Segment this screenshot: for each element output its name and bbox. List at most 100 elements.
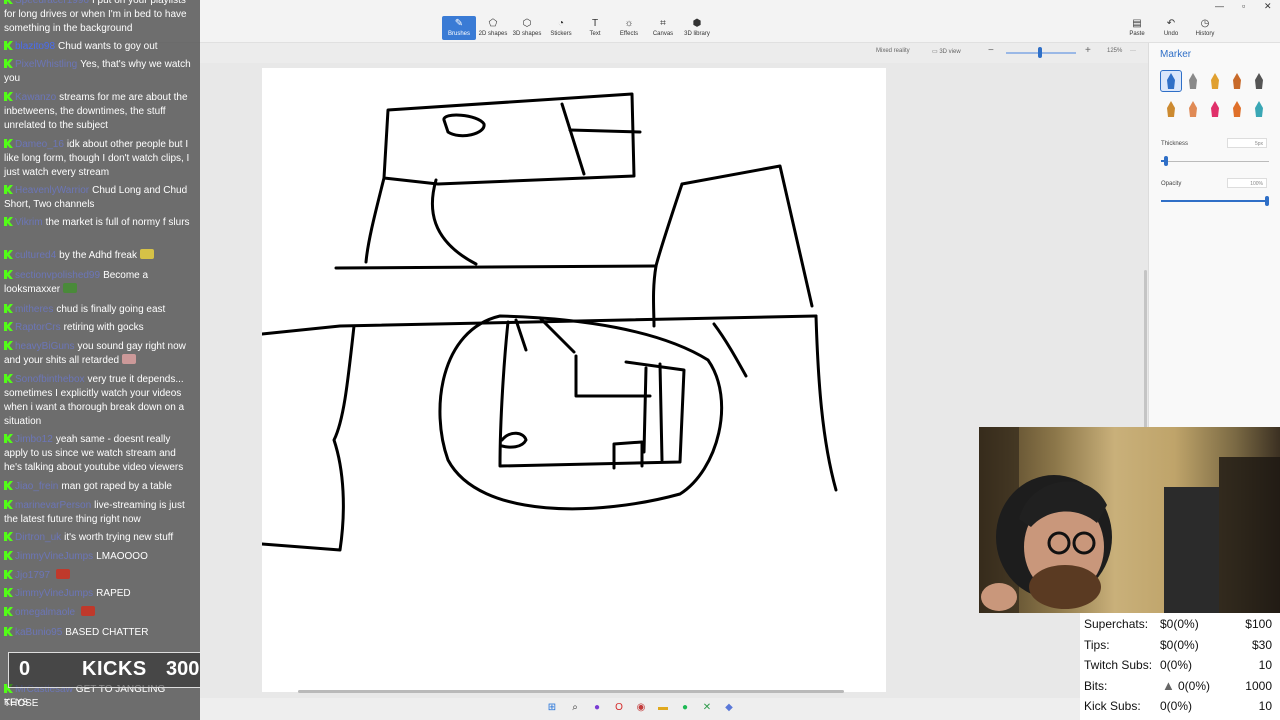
tab-text[interactable]: T Text [578,16,612,40]
tab-canvas[interactable]: ⌗ Canvas [646,16,680,40]
chat-message: blazito98 Chud wants to goy out [4,40,196,54]
chat-username[interactable]: Speedracer1996 [15,0,89,6]
chat-username[interactable]: sectionvpolished99 [15,270,100,281]
tab-label: Brushes [447,31,470,37]
goal-row: Twitch Subs: 0(0%) 10 [1084,658,1276,678]
chat-username[interactable]: Vikrim [15,217,43,228]
tab-brushes[interactable]: ✎ Brushes [442,16,476,40]
chat-username[interactable]: Kawanzo [15,92,56,103]
chat-username[interactable]: Dirtron_uk [15,532,61,543]
crayon-icon[interactable] [1205,99,1225,119]
folder-icon[interactable]: ▬ [656,701,670,715]
chat-username[interactable]: RaptorCrs [15,322,61,333]
zoom-in-button[interactable]: + [1085,45,1091,56]
tab-3d-shapes[interactable]: ⬡ 3D shapes [510,16,544,40]
tab-label: Canvas [652,31,674,37]
start-icon[interactable]: ⊞ [545,701,559,715]
pixel-pen-icon[interactable] [1249,71,1269,91]
canvas-icon: ⌗ [660,18,666,29]
chat-username[interactable]: kaBunio95 [15,627,62,638]
chat-username[interactable]: blazito98 [15,41,55,52]
tab-label: 3D shapes [512,31,542,37]
chat-text: Chud wants to goy out [58,41,158,52]
chat-username[interactable]: mitheres [15,304,53,315]
kick-badge-icon [4,500,13,509]
tab-label: Effects [619,31,639,37]
app-icon[interactable]: ● [590,701,604,715]
tab-3d-library[interactable]: ⬢ 3D library [680,16,714,40]
history-button[interactable]: ◷ History [1188,16,1222,40]
emote-icon [63,283,78,293]
vertical-scrollbar[interactable] [1144,270,1147,430]
chat-username[interactable]: Dameo_16 [15,139,64,150]
chat-message: Jimbo12 yeah same - doesnt really apply t… [4,433,196,475]
thickness-slider-thumb[interactable] [1164,156,1169,166]
paste-button[interactable]: ▤ Paste [1120,16,1154,40]
fill-bucket-icon[interactable] [1249,99,1269,119]
chat-username[interactable]: Sonofbinthebox [15,374,85,385]
kick-badge-icon [4,270,13,279]
paint3d-icon[interactable]: ◆ [722,701,736,715]
chat-username[interactable]: Jimbo12 [15,434,53,445]
chat-username[interactable]: Jjo1797 [15,570,50,581]
opacity-value[interactable]: 100% [1227,178,1267,188]
watercolor-brush-icon[interactable] [1227,71,1247,91]
kick-badge-icon [4,341,13,350]
pencil-icon[interactable] [1161,99,1181,119]
chat-username[interactable]: omegalmaole [15,607,75,618]
chat-username[interactable]: JimmyVineJumps [15,551,93,562]
thickness-label: Thickness [1161,141,1189,147]
horizontal-scrollbar[interactable] [298,690,844,693]
thickness-slider-track[interactable] [1161,161,1269,162]
calligraphy-pen-icon[interactable] [1183,71,1203,91]
history-icon: ◷ [1200,18,1210,29]
emote-icon [56,569,71,579]
mixed-reality-button[interactable]: Mixed reality [876,48,910,54]
zoom-level[interactable]: 125% [1107,48,1122,54]
brush-icon: ✎ [454,18,464,29]
tab-effects[interactable]: ☼ Effects [612,16,646,40]
chat-username[interactable]: JimmyVineJumps [15,588,93,599]
zoom-out-button[interactable]: − [988,45,994,56]
more-options-button[interactable]: ··· [1130,48,1136,54]
chat-username[interactable]: heavyBiGuns [15,341,74,352]
close-icon[interactable]: ✕ [1264,1,1272,12]
tab-stickers[interactable]: ◔ Stickers [544,16,578,40]
tool-label: History [1195,31,1215,37]
spotify-icon[interactable]: ● [678,701,692,715]
opacity-slider-thumb[interactable] [1265,196,1269,206]
restore-icon[interactable]: ▫ [1242,1,1245,11]
goal-row: Bits: 0(0%) 1000 ▲ [1084,678,1276,699]
oil-brush-icon[interactable] [1205,71,1225,91]
undo-button[interactable]: ↶ Undo [1154,16,1188,40]
chat-username[interactable]: Jiao_frein [15,481,58,492]
xbox-icon[interactable]: ✕ [700,701,714,715]
opera-icon[interactable]: O [612,701,626,715]
chat-text: retiring with gocks [63,322,144,333]
chat-username[interactable]: marinevarPerson [15,500,91,511]
paste-icon: ▤ [1132,18,1142,29]
chat-username[interactable]: HeavenlyWarrior [15,185,89,196]
tab-2d-shapes[interactable]: ⬠ 2D shapes [476,16,510,40]
chat-username[interactable]: PixelWhistling [15,59,77,70]
zoom-slider-thumb[interactable] [1038,47,1042,58]
chat-text: chud is finally going east [56,304,166,315]
chat-message: JimmyVineJumps RAPED [4,587,196,601]
chat-message: heavyBiGuns you sound gay right now and y… [4,340,196,368]
search-icon[interactable]: ⌕ [568,701,582,715]
minimize-icon[interactable]: — [1215,1,1224,11]
chat-username[interactable]: cultured4 [15,250,56,261]
marker-brush-icon[interactable] [1160,70,1182,92]
drawing-canvas[interactable] [260,68,886,692]
spray-can-icon[interactable] [1227,99,1247,119]
kick-badge-icon [4,41,13,50]
3d-view-toggle[interactable]: ▭ 3D view [932,48,961,55]
tab-label: 3D library [684,31,710,37]
goal-value: $0(0%) [1160,637,1199,652]
goal-row: Superchats: $0(0%) $100 [1084,617,1276,637]
eraser-icon[interactable] [1183,99,1203,119]
chat-message: Speedracer1996 I put on your playlists fo… [4,0,196,36]
chrome-icon[interactable]: ◉ [634,701,648,715]
thickness-value[interactable]: 5px [1227,138,1267,148]
chat-text: LMAOOOO [96,551,148,562]
